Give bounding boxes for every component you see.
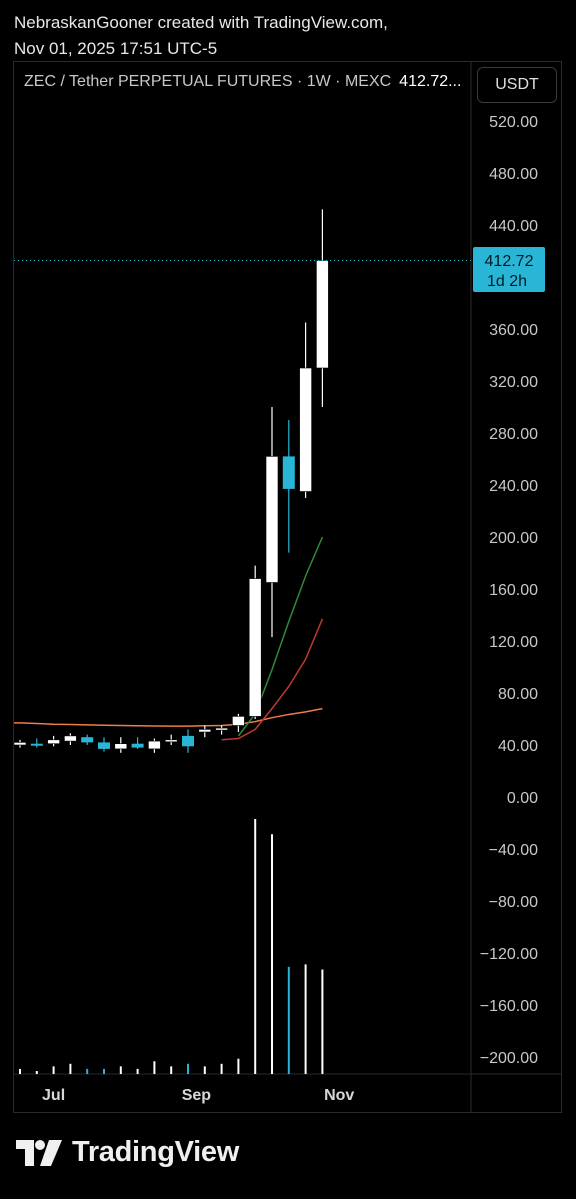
y-tick-label: 240.00 [489,478,538,495]
y-tick-label: 80.00 [498,686,538,703]
last-price-tag-value: 412.72 [485,253,534,270]
currency-unit-button[interactable]: USDT [477,67,557,103]
legend-symbol: ZEC / Tether PERPETUAL FUTURES · 1W · ME… [24,73,392,90]
y-tick-label: 120.00 [489,634,538,651]
candle-body [198,729,212,733]
candle-body [232,716,245,726]
candle-body [182,735,194,747]
candle-body [265,456,279,583]
candle-body [64,735,77,742]
y-tick-label: 520.00 [489,114,538,131]
candle-body [81,737,94,743]
chart-canvas[interactable]: 520.00480.00440.00400.00360.00320.00280.… [0,0,576,1199]
candle-body [114,743,128,750]
candle-body [148,740,161,750]
y-tick-label: −200.00 [480,1050,538,1067]
x-tick-label: Jul [42,1087,65,1104]
y-tick-label: 0.00 [507,790,538,807]
y-tick-label: 200.00 [489,530,538,547]
tradingview-logo-icon [16,1139,62,1166]
y-tick-label: −160.00 [480,998,538,1015]
candle-body [30,743,43,746]
x-tick-label: Nov [324,1087,354,1104]
y-tick-label: 40.00 [498,738,538,755]
candle-body [98,742,110,749]
candle-body [299,367,312,492]
candle-body [316,260,329,369]
candle-body [164,739,178,743]
y-tick-label: −120.00 [480,946,538,963]
y-tick-label: 440.00 [489,218,538,235]
candle-body [131,743,144,748]
tradingview-brand: TradingView [16,1136,239,1169]
candle-body [282,456,295,489]
y-tick-label: 280.00 [489,426,538,443]
moving-average-slow-line [14,707,323,727]
y-tick-label: −80.00 [489,894,538,911]
last-price-tag-countdown: 1d 2h [487,273,527,290]
tradingview-wordmark: TradingView [72,1136,239,1168]
legend-price: 412.72... [399,73,462,90]
y-tick-label: 360.00 [489,322,538,339]
chart-legend: ZEC / Tether PERPETUAL FUTURES · 1W · ME… [24,73,461,91]
candle-body [13,742,27,746]
candle-body [215,727,228,731]
y-tick-label: 160.00 [489,582,538,599]
y-tick-label: 320.00 [489,374,538,391]
x-tick-label: Sep [182,1087,212,1104]
y-tick-label: 480.00 [489,166,538,183]
candle-body [47,739,60,744]
candle-body [248,578,262,717]
y-tick-label: −40.00 [489,842,538,859]
